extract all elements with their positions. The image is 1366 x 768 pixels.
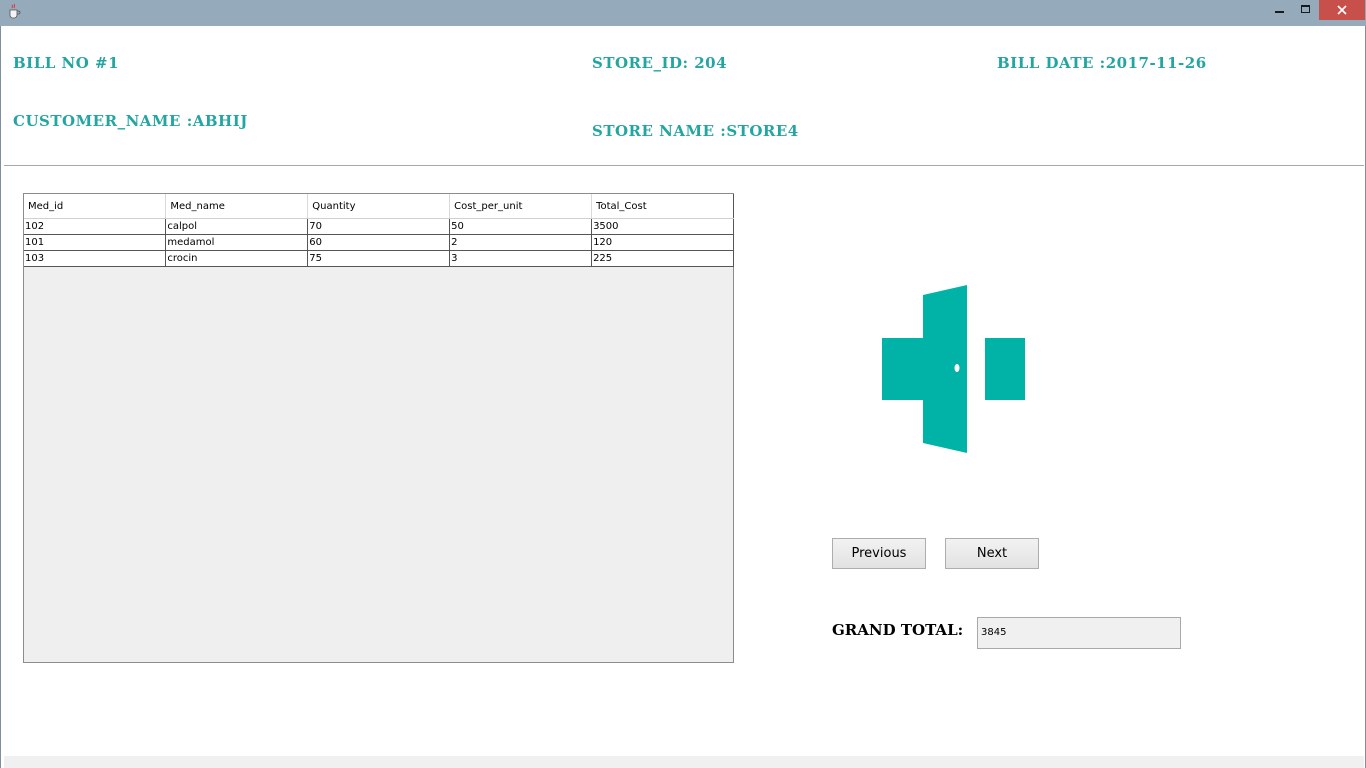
maximize-button[interactable]: [1293, 0, 1319, 20]
table-cell[interactable]: crocin: [165, 250, 309, 267]
table-cell[interactable]: medamol: [165, 234, 309, 251]
title-bar: [0, 0, 1366, 26]
window-bottom-edge: [4, 756, 1364, 768]
header-separator: [4, 165, 1364, 166]
table-row[interactable]: 103 crocin 75 3 225: [24, 250, 734, 267]
minimize-icon: [1275, 11, 1284, 13]
previous-button[interactable]: Previous: [832, 538, 926, 569]
table-cell[interactable]: 3: [449, 250, 593, 267]
store-name-label: STORE NAME :STORE4: [592, 122, 799, 140]
table-cell[interactable]: 60: [307, 234, 451, 251]
table-row[interactable]: 102 calpol 70 50 3500: [24, 218, 734, 235]
column-header-med-name[interactable]: Med_name: [165, 194, 309, 219]
close-icon: [1337, 5, 1347, 15]
medicine-table-panel[interactable]: Med_id Med_name Quantity Cost_per_unit T…: [23, 193, 734, 663]
table-cell[interactable]: 50: [449, 218, 593, 235]
column-header-quantity[interactable]: Quantity: [307, 194, 451, 219]
minimize-button[interactable]: [1267, 0, 1293, 20]
table-cell[interactable]: 2: [449, 234, 593, 251]
store-id-label: STORE_ID: 204: [592, 54, 728, 72]
bill-date-label: BILL DATE :2017-11-26: [997, 54, 1207, 72]
medicine-table[interactable]: Med_id Med_name Quantity Cost_per_unit T…: [24, 194, 734, 267]
table-row[interactable]: 101 medamol 60 2 120: [24, 234, 734, 251]
table-cell[interactable]: 120: [591, 234, 734, 251]
table-cell[interactable]: 75: [307, 250, 451, 267]
table-cell[interactable]: 101: [24, 234, 167, 251]
grand-total-label: GRAND TOTAL:: [832, 621, 964, 639]
table-cell[interactable]: 3500: [591, 218, 734, 235]
table-cell[interactable]: 225: [591, 250, 734, 267]
grand-total-field[interactable]: 3845: [977, 617, 1181, 649]
column-header-total-cost[interactable]: Total_Cost: [591, 194, 734, 219]
close-button[interactable]: [1319, 0, 1365, 20]
medical-cross-door-icon: [882, 285, 1025, 453]
table-cell[interactable]: 103: [24, 250, 167, 267]
table-cell[interactable]: 102: [24, 218, 167, 235]
maximize-icon: [1301, 5, 1310, 13]
bill-number-label: BILL NO #1: [13, 54, 120, 72]
column-header-cost-per-unit[interactable]: Cost_per_unit: [449, 194, 593, 219]
next-button[interactable]: Next: [945, 538, 1039, 569]
java-coffee-icon: [9, 3, 21, 19]
table-header-row: Med_id Med_name Quantity Cost_per_unit T…: [24, 194, 734, 219]
table-cell[interactable]: 70: [307, 218, 451, 235]
column-header-med-id[interactable]: Med_id: [24, 194, 167, 219]
table-cell[interactable]: calpol: [165, 218, 309, 235]
bill-window-content: BILL NO #1 STORE_ID: 204 BILL DATE :2017…: [0, 26, 1366, 768]
customer-name-label: CUSTOMER_NAME :ABHIJ: [13, 112, 248, 130]
